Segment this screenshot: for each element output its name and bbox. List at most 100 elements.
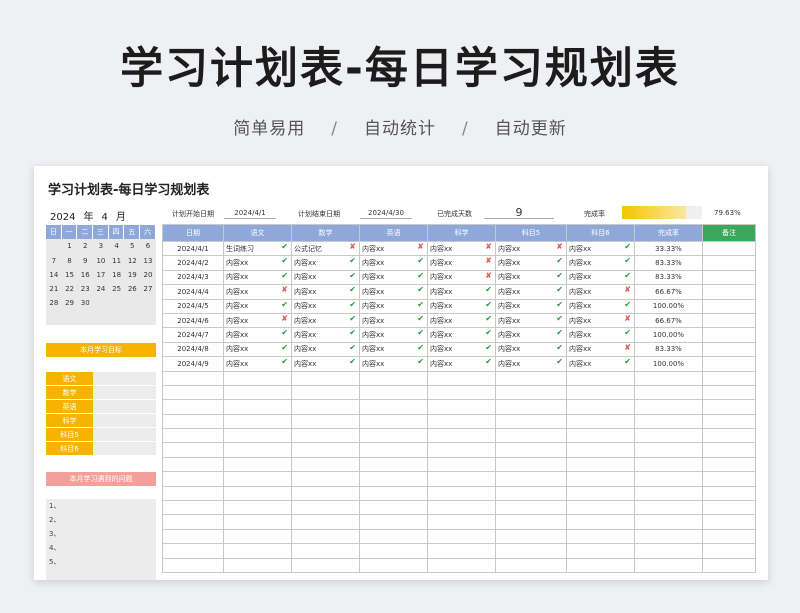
empty-cell[interactable] [359,485,428,502]
empty-cell[interactable] [495,384,567,401]
empty-cell[interactable] [427,413,496,430]
empty-cell[interactable] [702,413,756,430]
empty-cell[interactable] [495,442,567,458]
empty-cell[interactable] [495,557,567,573]
empty-cell[interactable] [702,543,756,559]
subject-cell[interactable]: 内容xx ✔ [359,255,428,271]
empty-cell[interactable] [566,500,635,516]
empty-cell[interactable] [223,485,292,502]
subject-cell[interactable]: 公式记忆 ✘ [291,240,360,257]
empty-cell[interactable] [634,528,703,545]
calendar-day[interactable]: 10 [93,254,109,268]
calendar-day[interactable]: 23 [77,282,93,296]
empty-cell[interactable] [495,514,567,530]
calendar-day[interactable]: 9 [77,254,93,268]
calendar-day[interactable]: 6 [140,239,156,253]
subject-cell[interactable]: 内容xx ✔ [359,312,428,329]
empty-cell[interactable] [291,384,360,401]
subject-cell[interactable]: 内容xx ✔ [427,327,496,343]
empty-cell[interactable] [702,384,756,401]
subject-cell[interactable]: 内容xx ✔ [291,327,360,343]
subject-cell[interactable]: 内容xx ✔ [223,356,292,372]
empty-cell[interactable] [359,428,428,444]
empty-cell[interactable] [427,471,496,487]
subject-cell[interactable]: 内容xx ✔ [291,356,360,372]
empty-cell[interactable] [162,384,224,401]
empty-cell[interactable] [702,471,756,487]
calendar-day[interactable]: 1 [62,239,78,253]
subject-cell[interactable]: 内容xx ✔ [359,356,428,372]
subject-cell[interactable]: 内容xx ✔ [359,341,428,358]
subject-cell[interactable]: 内容xx ✔ [566,298,635,314]
empty-cell[interactable] [359,384,428,401]
empty-cell[interactable] [702,399,756,415]
empty-cell[interactable] [162,428,224,444]
empty-cell[interactable] [634,543,703,559]
empty-cell[interactable] [291,413,360,430]
empty-cell[interactable] [702,428,756,444]
subject-cell[interactable]: 内容xx ✔ [223,341,292,358]
problem-item[interactable]: 1、 [46,499,156,513]
empty-cell[interactable] [634,485,703,502]
subject-cell[interactable]: 内容xx ✘ [427,255,496,271]
empty-cell[interactable] [495,471,567,487]
empty-cell[interactable] [427,500,496,516]
empty-cell[interactable] [495,456,567,473]
subject-cell[interactable]: 内容xx ✔ [566,356,635,372]
empty-cell[interactable] [162,514,224,530]
empty-cell[interactable] [359,471,428,487]
empty-cell[interactable] [291,528,360,545]
note-cell[interactable] [702,312,756,329]
subject-cell[interactable]: 内容xx ✘ [427,269,496,286]
date-cell[interactable]: 2024/4/3 [162,269,224,286]
empty-cell[interactable] [359,557,428,573]
empty-cell[interactable] [291,370,360,386]
subject-cell[interactable]: 内容xx ✔ [427,298,496,314]
subject-cell[interactable]: 内容xx ✔ [427,341,496,358]
subject-cell[interactable]: 内容xx ✔ [291,255,360,271]
empty-cell[interactable] [566,485,635,502]
empty-cell[interactable] [359,399,428,415]
empty-cell[interactable] [427,384,496,401]
subject-cell[interactable]: 内容xx ✘ [495,240,567,257]
empty-cell[interactable] [223,456,292,473]
empty-cell[interactable] [566,543,635,559]
empty-cell[interactable] [291,399,360,415]
date-cell[interactable]: 2024/4/1 [162,240,224,257]
problem-item[interactable]: 4、 [46,541,156,555]
empty-cell[interactable] [634,471,703,487]
empty-cell[interactable] [634,500,703,516]
end-date-value[interactable]: 2024/4/30 [360,207,412,219]
subject-cell[interactable]: 内容xx ✔ [291,269,360,286]
note-cell[interactable] [702,298,756,314]
empty-cell[interactable] [162,456,224,473]
calendar-day[interactable]: 12 [124,254,140,268]
goal-input-cell[interactable] [93,386,156,400]
subject-cell[interactable]: 内容xx ✔ [291,312,360,329]
note-cell[interactable] [702,255,756,271]
empty-cell[interactable] [291,442,360,458]
date-cell[interactable]: 2024/4/8 [162,341,224,358]
subject-cell[interactable]: 内容xx ✔ [566,255,635,271]
empty-cell[interactable] [162,413,224,430]
empty-cell[interactable] [634,399,703,415]
empty-cell[interactable] [702,557,756,573]
calendar-day[interactable]: 17 [93,268,109,282]
empty-cell[interactable] [634,384,703,401]
subject-cell[interactable]: 内容xx ✔ [566,327,635,343]
date-cell[interactable]: 2024/4/4 [162,284,224,300]
empty-cell[interactable] [291,456,360,473]
subject-cell[interactable]: 内容xx ✔ [223,298,292,314]
calendar-day[interactable]: 2 [77,239,93,253]
empty-cell[interactable] [223,370,292,386]
problem-item[interactable]: 5、 [46,555,156,569]
subject-cell[interactable]: 内容xx ✔ [359,269,428,286]
subject-cell[interactable]: 内容xx ✔ [495,269,567,286]
subject-cell[interactable]: 内容xx ✔ [566,269,635,286]
calendar-day[interactable]: 14 [46,268,62,282]
subject-cell[interactable]: 内容xx ✔ [427,356,496,372]
subject-cell[interactable]: 内容xx ✘ [223,284,292,300]
empty-cell[interactable] [634,442,703,458]
empty-cell[interactable] [162,471,224,487]
goal-input-cell[interactable] [93,414,156,428]
